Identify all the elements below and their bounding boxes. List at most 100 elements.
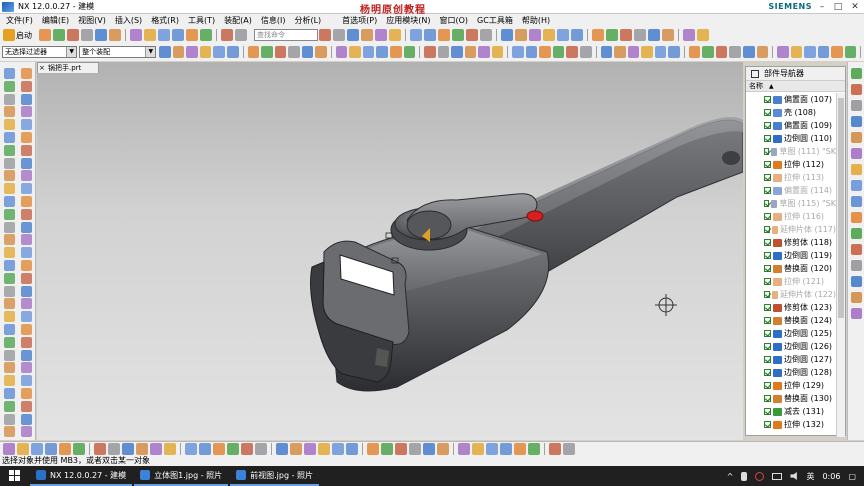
- left-tool-icon[interactable]: [21, 93, 32, 105]
- left-tool-icon[interactable]: [21, 80, 32, 92]
- toolbar-tool-icon[interactable]: [512, 46, 524, 58]
- toolbar-tool-icon[interactable]: [389, 46, 402, 58]
- network-icon[interactable]: [772, 472, 783, 480]
- toolbar-tool-icon[interactable]: [315, 46, 327, 58]
- visibility-checkbox[interactable]: [764, 278, 771, 285]
- toolbar-tool-icon[interactable]: [304, 442, 316, 455]
- toolbar-tool-icon[interactable]: [158, 29, 170, 41]
- toolbar-tool-icon[interactable]: [620, 29, 632, 41]
- toolbar-tool-icon[interactable]: [288, 46, 300, 58]
- toolbar-tool-icon[interactable]: [53, 29, 65, 41]
- feature-tree-row[interactable]: 偏置面 (107): [746, 93, 836, 106]
- feature-tree-row[interactable]: 偏置面 (114): [746, 184, 836, 197]
- menu-item[interactable]: 首选项(P): [342, 15, 377, 26]
- toolbar-tool-icon[interactable]: [403, 46, 416, 58]
- toolbar-tool-icon[interactable]: [381, 442, 393, 455]
- toolbar-tool-icon[interactable]: [94, 442, 106, 455]
- resource-tab-icon[interactable]: [851, 244, 862, 255]
- toolbar-tool-icon[interactable]: [108, 442, 120, 455]
- toolbar-tool-icon[interactable]: [566, 46, 578, 58]
- feature-tree-row[interactable]: 边倒圆 (126): [746, 340, 836, 353]
- left-tool-icon[interactable]: [4, 208, 15, 220]
- visibility-checkbox[interactable]: [764, 200, 770, 207]
- taskbar-app-button[interactable]: 立体图1.jpg - 照片: [134, 466, 229, 486]
- left-tool-icon[interactable]: [21, 119, 32, 131]
- toolbar-tool-icon[interactable]: [571, 29, 583, 41]
- menu-item[interactable]: 应用模块(N): [386, 15, 430, 26]
- toolbar-tool-icon[interactable]: [200, 29, 212, 41]
- ime-indicator[interactable]: 英: [806, 471, 814, 482]
- toolbar-tool-icon[interactable]: [227, 442, 239, 455]
- toolbar-tool-icon[interactable]: [172, 46, 185, 58]
- feature-tree-row[interactable]: 拉伸 (129): [746, 379, 836, 392]
- toolbar-tool-icon[interactable]: [290, 442, 302, 455]
- resource-tab-icon[interactable]: [851, 116, 862, 127]
- toolbar-tool-icon[interactable]: [514, 442, 526, 455]
- collapse-icon[interactable]: [751, 69, 759, 78]
- resource-tab-icon[interactable]: [851, 164, 862, 175]
- menu-item[interactable]: 编辑(E): [42, 15, 69, 26]
- toolbar-tool-icon[interactable]: [600, 46, 613, 58]
- left-tool-icon[interactable]: [4, 80, 15, 92]
- toolbar-tool-icon[interactable]: [362, 46, 375, 58]
- toolbar-tool-icon[interactable]: [389, 29, 401, 41]
- toolbar-tool-icon[interactable]: [437, 442, 449, 455]
- toolbar-tool-icon[interactable]: [17, 442, 29, 455]
- visibility-checkbox[interactable]: [764, 291, 770, 298]
- menu-item[interactable]: 视图(V): [78, 15, 106, 26]
- feature-tree-row[interactable]: 拉伸 (116): [746, 210, 836, 223]
- toolbar-tool-icon[interactable]: [472, 442, 484, 455]
- maximize-button[interactable]: □: [830, 0, 846, 14]
- resource-tab-icon[interactable]: [851, 148, 862, 159]
- toolbar-tool-icon[interactable]: [648, 29, 660, 41]
- left-tool-icon[interactable]: [21, 247, 32, 259]
- toolbar-tool-icon[interactable]: [136, 442, 148, 455]
- left-tool-icon[interactable]: [4, 272, 15, 284]
- toolbar-tool-icon[interactable]: [557, 29, 569, 41]
- toolbar-tool-icon[interactable]: [150, 442, 162, 455]
- toolbar-tool-icon[interactable]: [335, 46, 348, 58]
- menu-item[interactable]: 文件(F): [6, 15, 33, 26]
- visibility-checkbox[interactable]: [764, 408, 771, 415]
- toolbar-tool-icon[interactable]: [39, 29, 51, 41]
- menu-item[interactable]: 格式(R): [151, 15, 179, 26]
- toolbar-tool-icon[interactable]: [683, 29, 695, 41]
- visibility-checkbox[interactable]: [764, 148, 770, 155]
- feature-tree-row[interactable]: 边倒圆 (125): [746, 327, 836, 340]
- left-tool-icon[interactable]: [4, 311, 15, 323]
- left-tool-icon[interactable]: [21, 157, 32, 169]
- resource-tab-icon[interactable]: [851, 100, 862, 111]
- visibility-checkbox[interactable]: [764, 304, 771, 311]
- left-tool-icon[interactable]: [21, 234, 32, 246]
- toolbar-tool-icon[interactable]: [347, 29, 359, 41]
- feature-tree-row[interactable]: 边倒圆 (110): [746, 132, 836, 145]
- toolbar-tool-icon[interactable]: [367, 442, 379, 455]
- left-tool-icon[interactable]: [21, 336, 32, 348]
- feature-tree-row[interactable]: 偏置面 (109): [746, 119, 836, 132]
- toolbar-tool-icon[interactable]: [641, 46, 653, 58]
- toolbar-tool-icon[interactable]: [563, 442, 575, 455]
- menu-item[interactable]: 分析(L): [294, 15, 321, 26]
- toolbar-tool-icon[interactable]: [804, 46, 816, 58]
- visibility-checkbox[interactable]: [764, 226, 770, 233]
- left-tool-icon[interactable]: [4, 93, 15, 105]
- microphone-icon[interactable]: [741, 471, 748, 481]
- left-tool-icon[interactable]: [4, 336, 15, 348]
- toolbar-tool-icon[interactable]: [213, 442, 225, 455]
- toolbar-tool-icon[interactable]: [261, 46, 273, 58]
- record-icon[interactable]: [755, 471, 765, 481]
- left-tool-icon[interactable]: [4, 375, 15, 387]
- graphics-viewport[interactable]: × 锅把手.prt: [37, 62, 743, 440]
- toolbar-tool-icon[interactable]: [606, 29, 618, 41]
- start-button[interactable]: 启动: [16, 30, 32, 41]
- toolbar-tool-icon[interactable]: [172, 29, 184, 41]
- feature-tree-row[interactable]: 替换面 (130): [746, 392, 836, 405]
- toolbar-tool-icon[interactable]: [349, 46, 361, 58]
- feature-tree-row[interactable]: 替换面 (124): [746, 314, 836, 327]
- toolbar-tool-icon[interactable]: [491, 46, 504, 58]
- feature-tree-row[interactable]: 拉伸 (121): [746, 275, 836, 288]
- feature-tree-row[interactable]: 延伸片体 (122): [746, 288, 836, 301]
- menu-item[interactable]: 帮助(H): [522, 15, 550, 26]
- toolbar-tool-icon[interactable]: [424, 46, 436, 58]
- toolbar-tool-icon[interactable]: [164, 442, 176, 455]
